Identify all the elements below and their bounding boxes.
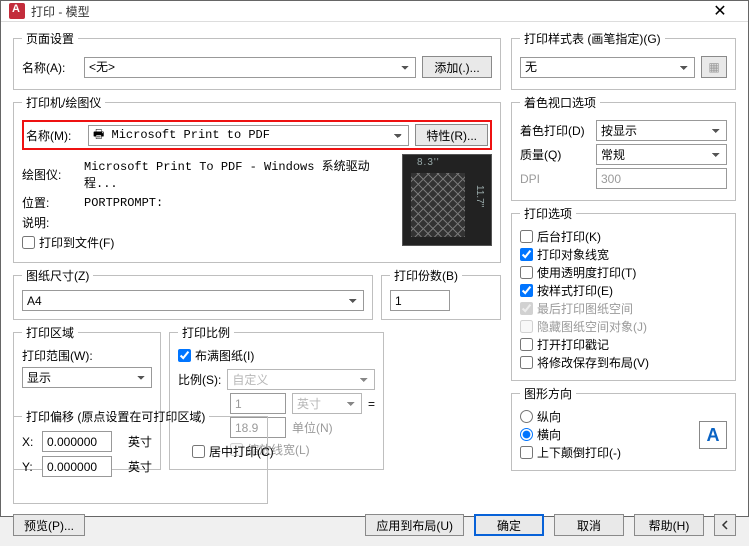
offset-y-label: Y: <box>22 460 36 474</box>
close-button[interactable]: ✕ <box>700 1 740 21</box>
orientation-upside-down-checkbox[interactable]: 上下颠倒打印(-) <box>520 444 621 461</box>
quality-select[interactable]: 常规 <box>596 144 727 165</box>
fit-to-paper-checkbox[interactable]: 布满图纸(I) <box>178 347 254 364</box>
offset-y-input[interactable] <box>42 456 112 477</box>
plot-offset-group: 打印偏移 (原点设置在可打印区域) X: 英寸 Y: 英寸 居中打印(C) <box>13 408 268 504</box>
printer-name-label: 名称(M): <box>26 127 82 144</box>
style-table-legend: 打印样式表 (画笔指定)(G) <box>520 30 665 47</box>
copies-input[interactable] <box>390 290 450 311</box>
plotter-value: Microsoft Print To PDF - Windows 系统驱动程..… <box>84 157 394 191</box>
orientation-group: 图形方向 纵向 横向 上下颠倒打印(-) A <box>511 385 736 471</box>
paper-size-legend: 图纸尺寸(Z) <box>22 267 93 284</box>
style-table-select[interactable]: 无 <box>520 57 695 78</box>
opt-lineweights-checkbox[interactable]: 打印对象线宽 <box>520 246 609 263</box>
plot-scale-legend: 打印比例 <box>178 324 234 341</box>
page-setup-legend: 页面设置 <box>22 30 78 47</box>
cancel-button[interactable]: 取消 <box>554 514 624 536</box>
opt-styles-checkbox[interactable]: 按样式打印(E) <box>520 282 613 299</box>
apply-to-layout-button[interactable]: 应用到布局(U) <box>365 514 464 536</box>
print-dialog: 打印 - 模型 ✕ 页面设置 名称(A): <无> 添加(.)... 打印机/绘… <box>0 0 749 517</box>
opt-save-checkbox[interactable]: 将修改保存到布局(V) <box>520 354 649 371</box>
printer-properties-button[interactable]: 特性(R)... <box>415 124 488 146</box>
style-table-edit-button: ▦ <box>701 56 727 78</box>
page-setup-group: 页面设置 名称(A): <无> 添加(.)... <box>13 30 501 90</box>
app-logo-icon <box>9 3 25 19</box>
center-plot-checkbox[interactable]: 居中打印(C) <box>192 443 274 460</box>
location-value: PORTPROMPT: <box>84 196 163 210</box>
plot-options-group: 打印选项 后台打印(K) 打印对象线宽 使用透明度打印(T) 按样式打印(E) … <box>511 205 736 381</box>
plot-range-select[interactable]: 显示 <box>22 367 152 388</box>
chevron-left-icon <box>720 520 730 530</box>
plot-range-label: 打印范围(W): <box>22 347 152 364</box>
quality-label: 质量(Q) <box>520 146 590 163</box>
dpi-input <box>596 168 727 189</box>
offset-x-input[interactable] <box>42 431 112 452</box>
scale-label: 比例(S): <box>178 371 221 388</box>
orientation-landscape-radio[interactable]: 横向 <box>520 426 561 443</box>
shade-plot-select[interactable]: 按显示 <box>596 120 727 141</box>
paper-size-group: 图纸尺寸(Z) A4 <box>13 267 373 320</box>
copies-group: 打印份数(B) <box>381 267 501 320</box>
location-label: 位置: <box>22 194 78 211</box>
opt-stamp-checkbox[interactable]: 打开打印戳记 <box>520 336 609 353</box>
page-setup-name-label: 名称(A): <box>22 59 78 76</box>
orientation-portrait-radio[interactable]: 纵向 <box>520 408 561 425</box>
orientation-legend: 图形方向 <box>520 385 576 402</box>
shaded-viewport-group: 着色视口选项 着色打印(D) 按显示 质量(Q) 常规 DPI <box>511 94 736 201</box>
paper-preview: 8.3'' 11.7'' <box>402 154 492 246</box>
page-setup-add-button[interactable]: 添加(.)... <box>422 56 492 78</box>
scale-unit2-label: 单位(N) <box>292 419 333 436</box>
opt-pslast-checkbox: 最后打印图纸空间 <box>520 300 633 317</box>
style-table-group: 打印样式表 (画笔指定)(G) 无 ▦ <box>511 30 736 90</box>
plot-area-legend: 打印区域 <box>22 324 78 341</box>
page-setup-name-select[interactable]: <无> <box>84 57 416 78</box>
printer-group: 打印机/绘图仪 名称(M): 🖶 Microsoft Print to PDF … <box>13 94 501 263</box>
plot-offset-legend: 打印偏移 (原点设置在可打印区域) <box>22 408 209 425</box>
opt-background-checkbox[interactable]: 后台打印(K) <box>520 228 601 245</box>
scale-select: 自定义 <box>227 369 375 390</box>
help-button[interactable]: 帮助(H) <box>634 514 704 536</box>
orientation-preview-icon: A <box>699 421 727 449</box>
opt-transparency-checkbox[interactable]: 使用透明度打印(T) <box>520 264 636 281</box>
expand-button[interactable] <box>714 514 736 536</box>
plotter-label: 绘图仪: <box>22 166 78 183</box>
shaded-viewport-legend: 着色视口选项 <box>520 94 600 111</box>
ok-button[interactable]: 确定 <box>474 514 544 536</box>
preview-height: 11.7'' <box>474 185 485 208</box>
offset-y-unit: 英寸 <box>128 458 259 475</box>
description-label: 说明: <box>22 214 78 231</box>
titlebar: 打印 - 模型 ✕ <box>1 1 748 22</box>
preview-button[interactable]: 预览(P)... <box>13 514 85 536</box>
copies-legend: 打印份数(B) <box>390 267 462 284</box>
print-to-file-checkbox[interactable]: 打印到文件(F) <box>22 234 114 251</box>
footer: 预览(P)... 应用到布局(U) 确定 取消 帮助(H) <box>1 508 748 546</box>
preview-width: 8.3'' <box>417 157 440 168</box>
opt-hideps-checkbox: 隐藏图纸空间对象(J) <box>520 318 647 335</box>
equals-sign: = <box>368 397 375 411</box>
shade-plot-label: 着色打印(D) <box>520 122 590 139</box>
printer-legend: 打印机/绘图仪 <box>22 94 105 111</box>
printer-name-select[interactable]: 🖶 Microsoft Print to PDF <box>88 125 409 146</box>
window-title: 打印 - 模型 <box>31 3 700 20</box>
plot-options-legend: 打印选项 <box>520 205 576 222</box>
scale-unit1-select: 英寸 <box>292 393 362 414</box>
offset-x-label: X: <box>22 435 36 449</box>
dpi-label: DPI <box>520 172 590 186</box>
paper-size-select[interactable]: A4 <box>22 290 364 311</box>
